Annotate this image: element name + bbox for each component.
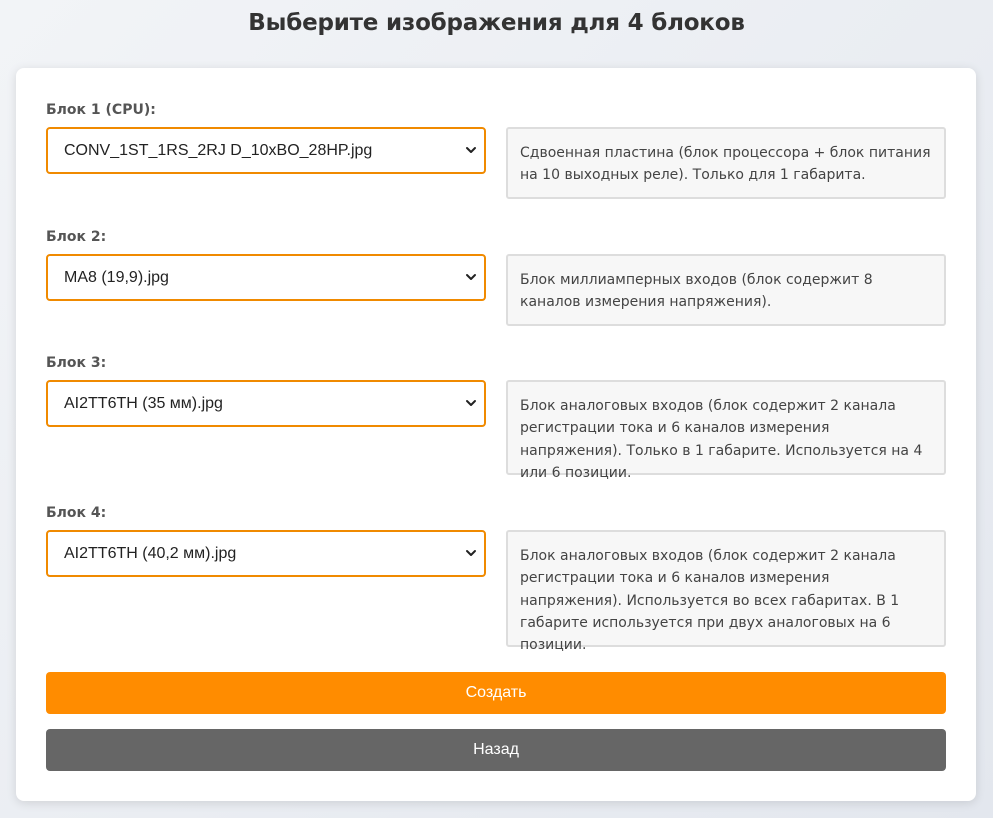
chevron-down-icon [466, 147, 476, 153]
create-button[interactable]: Создать [46, 672, 946, 714]
block-2-selected-value: MA8 (19,9).jpg [64, 269, 169, 286]
block-1-selected-value: CONV_1ST_1RS_2RJ D_10xBO_28HP.jpg [64, 142, 373, 159]
block-2-label: Блок 2: [46, 229, 107, 245]
block-3-description: Блок аналоговых входов (блок содержит 2 … [506, 380, 946, 481]
chevron-down-icon [466, 400, 476, 406]
block-4-label: Блок 4: [46, 505, 107, 521]
block-4-select[interactable]: AI2TT6TH (40,2 мм).jpg [46, 530, 486, 577]
back-button[interactable]: Назад [46, 729, 946, 771]
block-1-label: Блок 1 (CPU): [46, 102, 156, 118]
block-1-description: Сдвоенная пластина (блок процессора + бл… [506, 127, 946, 199]
block-3-select[interactable]: AI2TT6TH (35 мм).jpg [46, 380, 486, 427]
block-1-select[interactable]: CONV_1ST_1RS_2RJ D_10xBO_28HP.jpg [46, 127, 486, 174]
block-3-selected-value: AI2TT6TH (35 мм).jpg [64, 395, 223, 412]
form-card: Блок 1 (CPU): CONV_1ST_1RS_2RJ D_10xBO_2… [16, 68, 976, 801]
chevron-down-icon [466, 550, 476, 556]
block-4-description: Блок аналоговых входов (блок содержит 2 … [506, 530, 946, 653]
chevron-down-icon [466, 274, 476, 280]
block-2-description: Блок миллиамперных входов (блок содержит… [506, 254, 946, 326]
block-3-label: Блок 3: [46, 355, 107, 371]
block-2-select[interactable]: MA8 (19,9).jpg [46, 254, 486, 301]
block-4-selected-value: AI2TT6TH (40,2 мм).jpg [64, 545, 237, 562]
page-title: Выберите изображения для 4 блоков [248, 10, 745, 36]
